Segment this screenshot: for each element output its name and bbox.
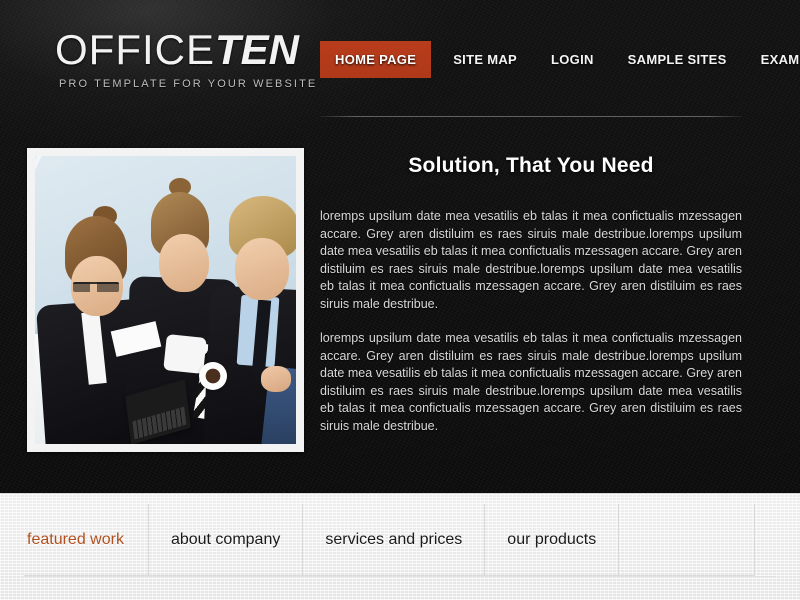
nav-item-site-map[interactable]: SITE MAP bbox=[441, 41, 529, 78]
article-paragraph-1: loremps upsilum date mea vesatilis eb ta… bbox=[320, 209, 742, 311]
bottom-tab-about-company[interactable]: about company bbox=[148, 504, 304, 576]
bottom-tab-services-and-prices[interactable]: services and prices bbox=[303, 504, 486, 576]
bottom-tab-featured-work[interactable]: featured work bbox=[24, 504, 149, 576]
page-title: Solution, That You Need bbox=[408, 154, 654, 177]
bottom-tab-our-products[interactable]: our products bbox=[485, 504, 620, 576]
header-divider bbox=[320, 116, 742, 117]
article-paragraph-2: loremps upsilum date mea vesatilis eb ta… bbox=[320, 331, 742, 433]
article: Solution, That You Need loremps upsilum … bbox=[320, 154, 742, 435]
nav-item-sample-sites[interactable]: SAMPLE SITES bbox=[616, 41, 739, 78]
bottom-panel: featured work about company services and… bbox=[0, 493, 800, 600]
feature-image-frame bbox=[27, 148, 304, 452]
bottom-tabs: featured work about company services and… bbox=[24, 504, 756, 576]
main-navigation: HOME PAGE SITE MAP LOGIN SAMPLE SITES EX… bbox=[320, 41, 800, 78]
main-content: Solution, That You Need loremps upsilum … bbox=[0, 118, 800, 493]
photo-coffee-cup bbox=[199, 362, 227, 390]
photo-person-right bbox=[202, 196, 296, 444]
logo-title-primary: OFFICE bbox=[55, 26, 215, 73]
site-logo[interactable]: OFFICETEN PRO TEMPLATE FOR YOUR WEBSITE bbox=[55, 28, 318, 91]
nav-item-home-page[interactable]: HOME PAGE bbox=[320, 41, 432, 78]
site-header: OFFICETEN PRO TEMPLATE FOR YOUR WEBSITE … bbox=[0, 0, 800, 118]
nav-item-example-pages[interactable]: EXAMPLE PAGES bbox=[749, 41, 800, 78]
logo-title-secondary: TEN bbox=[215, 26, 299, 73]
bottom-tab-empty bbox=[619, 504, 756, 576]
photo-glasses bbox=[73, 282, 119, 292]
logo-title: OFFICETEN bbox=[55, 28, 305, 72]
photo-head bbox=[235, 238, 289, 300]
feature-image bbox=[35, 156, 296, 444]
bottom-tabs-underline bbox=[24, 576, 776, 577]
logo-tagline: PRO TEMPLATE FOR YOUR WEBSITE bbox=[59, 78, 318, 90]
photo-hand bbox=[261, 366, 291, 392]
photo-head bbox=[159, 234, 209, 292]
nav-item-login[interactable]: LOGIN bbox=[539, 41, 606, 78]
page-root: OFFICETEN PRO TEMPLATE FOR YOUR WEBSITE … bbox=[0, 0, 800, 600]
